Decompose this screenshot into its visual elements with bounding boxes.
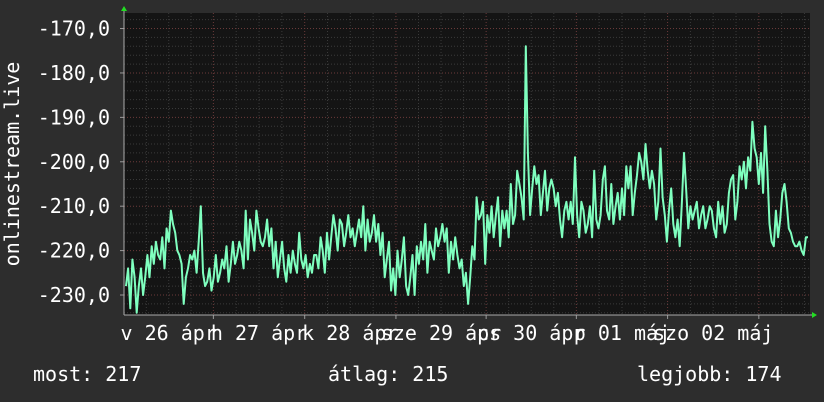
y-tick-label: -200,0 (38, 150, 110, 174)
x-tick-label: cs 30 ápr (477, 321, 585, 345)
y-tick-label: -210,0 (38, 194, 110, 218)
y-tick-label: -220,0 (38, 239, 110, 263)
x-axis-arrow (812, 312, 817, 318)
y-tick-label: -190,0 (38, 105, 110, 129)
y-axis-label: onlinestream.live (0, 62, 24, 267)
y-tick-label: -180,0 (38, 61, 110, 85)
y-tick-label: -230,0 (38, 283, 110, 307)
y-tick-labels: -170,0 -180,0 -190,0 -200,0 -210,0 -220,0 -230… (38, 17, 110, 307)
line-chart: -170,0 -180,0 -190,0 -200,0 -210,0 -220,0 -230… (0, 6, 817, 386)
stat-now: most: 217 (33, 362, 141, 386)
chart-panel: -170,0 -180,0 -190,0 -200,0 -210,0 -220,0 -230… (0, 0, 824, 402)
x-tick-labels: v 26 áprh 27 áprk 28 áprsze 29 áprcs 30 … (121, 321, 774, 345)
x-tick-label: v 26 ápr (121, 321, 217, 345)
stat-average: átlag: 215 (328, 362, 448, 386)
x-tick-label: szo 02 máj (653, 321, 773, 345)
stat-best: legjobb: 174 (637, 362, 782, 386)
x-tick-label: h 27 ápr (211, 321, 307, 345)
y-axis-arrow (121, 6, 127, 11)
y-tick-label: -170,0 (38, 17, 110, 41)
